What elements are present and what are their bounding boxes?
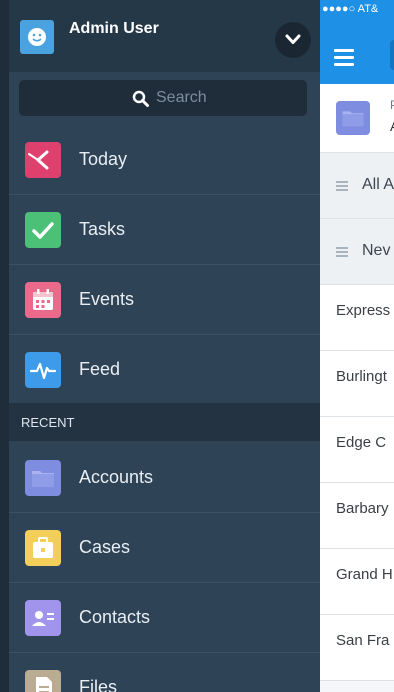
nav-label-files: Files <box>79 677 118 692</box>
record-row[interactable]: Grand H <box>320 549 394 615</box>
record-row[interactable]: Express <box>320 285 394 351</box>
calendar-icon <box>25 282 61 318</box>
nav-label-feed: Feed <box>79 359 121 379</box>
nav-item-events[interactable]: Events <box>9 265 320 335</box>
nav-label-contacts: Contacts <box>79 607 151 627</box>
nav-label-cases: Cases <box>79 537 131 557</box>
nav-item-accounts[interactable]: Accounts <box>9 443 320 513</box>
nav-item-feed[interactable]: Feed <box>9 335 320 405</box>
folder-icon <box>25 460 61 496</box>
folder-icon <box>336 101 370 135</box>
app-bar-action-button[interactable] <box>390 40 394 70</box>
search-input[interactable]: Search <box>19 80 307 116</box>
record-name: Burlingt <box>336 368 387 385</box>
file-icon <box>25 670 61 692</box>
app-bar <box>320 20 394 84</box>
nav-item-contacts[interactable]: Contacts <box>9 583 320 653</box>
left-edge-strip <box>0 0 9 692</box>
search-placeholder: Search <box>156 89 207 106</box>
list-view-item[interactable]: All A <box>320 153 394 219</box>
user-header[interactable]: Admin User <box>9 0 320 72</box>
hamburger-menu-icon[interactable] <box>334 49 354 70</box>
nav-item-cases[interactable]: Cases <box>9 513 320 583</box>
nav-item-files[interactable]: Files <box>9 653 320 692</box>
smiley-icon <box>28 28 46 46</box>
search-icon <box>132 90 149 107</box>
nav-label-tasks: Tasks <box>79 219 126 239</box>
object-type-label: P <box>390 98 394 112</box>
object-name-label: A <box>390 118 394 134</box>
record-name: Edge C <box>336 434 387 451</box>
user-name: Admin User <box>69 20 159 37</box>
checkmark-icon <box>25 212 61 248</box>
nav-label-accounts: Accounts <box>79 467 154 487</box>
contact-card-icon <box>25 600 61 636</box>
avatar <box>20 20 54 54</box>
nav-label-today: Today <box>79 149 128 169</box>
record-row[interactable]: San Fra <box>320 615 394 681</box>
list-view-label: Nev <box>362 242 391 259</box>
object-header: P A <box>320 84 394 153</box>
chevron-down-icon <box>285 34 301 44</box>
briefcase-icon <box>25 530 61 566</box>
nav-item-today[interactable]: Today <box>9 125 320 195</box>
list-view-item[interactable]: Nev <box>320 219 394 285</box>
record-row[interactable]: Barbary <box>320 483 394 549</box>
record-name: Express <box>336 302 391 319</box>
record-name: Grand H <box>336 566 393 583</box>
recent-section-header: RECENT <box>9 403 320 441</box>
user-menu-toggle[interactable] <box>275 22 311 58</box>
status-bar: ●●●●○ AT& <box>320 0 394 20</box>
record-name: San Fra <box>336 632 390 649</box>
navigation-sidebar: Admin User Search Today Tasks Events Fee… <box>9 0 320 692</box>
nav-item-tasks[interactable]: Tasks <box>9 195 320 265</box>
recent-section-label: RECENT <box>21 415 75 430</box>
main-content: ●●●●○ AT& P A All A Nev Express Burlingt… <box>320 0 394 692</box>
record-row[interactable]: Edge C <box>320 417 394 483</box>
list-icon <box>336 247 348 259</box>
record-name: Barbary <box>336 500 389 517</box>
list-view-label: All A <box>362 176 394 193</box>
carrier-status: ●●●●○ AT& <box>322 3 379 15</box>
list-icon <box>336 181 348 193</box>
nav-label-events: Events <box>79 289 135 309</box>
pulse-icon <box>25 352 61 388</box>
today-icon <box>25 142 61 178</box>
record-row[interactable]: Burlingt <box>320 351 394 417</box>
